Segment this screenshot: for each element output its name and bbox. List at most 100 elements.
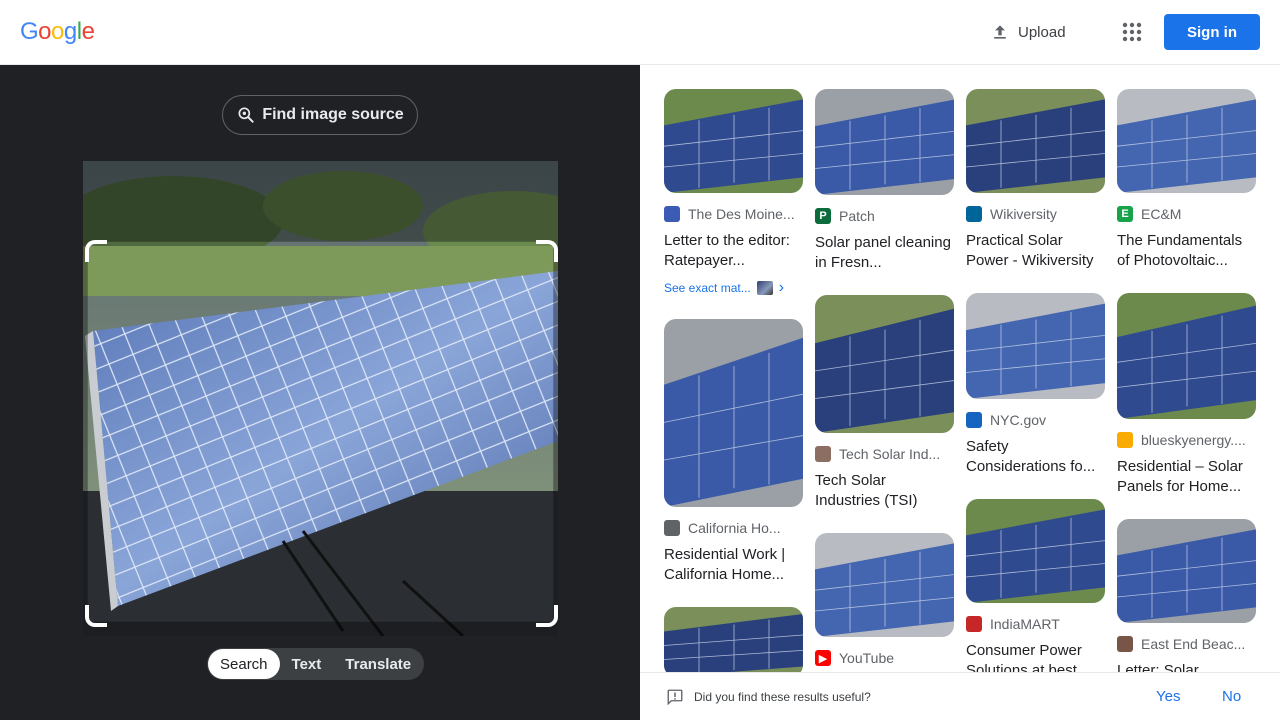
site-favicon-icon: P [815, 208, 831, 224]
logo-letter: e [81, 18, 95, 45]
result-source-name: Patch [839, 208, 875, 224]
lens-mode-switcher: Search Text Translate [207, 648, 425, 680]
result-source[interactable]: E EC&M [1117, 205, 1256, 223]
see-exact-matches-label: See exact mat... [664, 281, 751, 295]
result-source[interactable]: NYC.gov [966, 411, 1105, 429]
results-column: E EC&M The Fundamentals of Photovoltaic...… [1117, 89, 1256, 672]
result-source[interactable]: California Ho... [664, 519, 803, 537]
crop-handle-top-left[interactable] [85, 240, 107, 262]
result-card[interactable]: ▶ YouTube [815, 533, 954, 667]
result-card[interactable]: Tech Solar Ind... Tech Solar Industries (… [815, 295, 954, 511]
result-thumbnail[interactable] [966, 499, 1105, 603]
chevron-right-icon: › [778, 279, 785, 296]
crop-handle-top-right[interactable] [536, 240, 558, 262]
site-favicon-icon [966, 412, 982, 428]
result-source-name: California Ho... [688, 520, 781, 536]
result-thumbnail[interactable] [1117, 89, 1256, 193]
feedback-icon [667, 689, 683, 706]
result-source-name: IndiaMART [990, 616, 1060, 632]
result-source[interactable]: East End Beac... [1117, 635, 1256, 653]
result-source[interactable]: Wikiversity [966, 205, 1105, 223]
upload-label: Upload [1018, 23, 1066, 41]
result-thumbnail[interactable] [1117, 293, 1256, 419]
site-favicon-icon [966, 616, 982, 632]
logo-letter: o [38, 18, 52, 45]
result-source[interactable]: IndiaMART [966, 615, 1105, 633]
result-thumbnail[interactable] [664, 319, 803, 507]
result-source-name: Tech Solar Ind... [839, 446, 941, 462]
result-source-name: blueskyenergy.... [1141, 432, 1246, 448]
site-favicon-icon [664, 206, 680, 222]
feedback-yes-button[interactable]: Yes [1156, 688, 1180, 705]
crop-handle-bottom-left[interactable] [85, 605, 107, 627]
upload-button[interactable]: Upload [990, 20, 1066, 44]
result-source-name: YouTube [839, 650, 895, 666]
result-source-name: NYC.gov [990, 412, 1047, 428]
result-card[interactable]: IndiaMART Consumer Power Solutions at bes… [966, 499, 1105, 672]
result-source[interactable]: Tech Solar Ind... [815, 445, 954, 463]
result-card[interactable]: NYC.gov Safety Considerations fo... [966, 293, 1105, 477]
logo-letter: o [51, 18, 64, 45]
site-favicon-icon [815, 446, 831, 462]
feedback-no-button[interactable]: No [1222, 688, 1241, 705]
result-title[interactable]: Safety Considerations fo... [966, 437, 1105, 477]
exact-match-thumbnail [756, 281, 773, 295]
result-source[interactable]: P Patch [815, 207, 954, 225]
result-title[interactable]: Practical Solar Power - Wikiversity [966, 231, 1105, 271]
feedback-bar: Did you find these results useful? Yes N… [640, 672, 1280, 720]
mode-tab-translate[interactable]: Translate [333, 649, 423, 679]
result-card[interactable]: The Des Moine... Letter to the editor: Ra… [664, 89, 803, 297]
result-title[interactable]: Residential – Solar Panels for Home... [1117, 457, 1256, 497]
result-thumbnail[interactable] [815, 89, 954, 195]
site-favicon-icon [966, 206, 982, 222]
visual-matches: The Des Moine... Letter to the editor: Ra… [640, 65, 1280, 672]
result-source[interactable]: ▶ YouTube [815, 649, 954, 667]
result-title[interactable]: Solar panel cleaning in Fresn... [815, 233, 954, 273]
feedback-question: Did you find these results useful? [666, 688, 871, 706]
result-thumbnail[interactable] [815, 295, 954, 433]
result-thumbnail[interactable] [966, 89, 1105, 193]
crop-handle-bottom-right[interactable] [536, 605, 558, 627]
sign-in-button[interactable]: Sign in [1164, 14, 1260, 50]
result-card[interactable]: California Ho... Residential Work | Calif… [664, 319, 803, 585]
find-image-source-button[interactable]: Find image source [222, 95, 418, 135]
result-title[interactable]: Residential Work | California Home... [664, 545, 803, 585]
result-card[interactable]: P Patch Solar panel cleaning in Fresn... [815, 89, 954, 273]
logo-letter: g [63, 18, 77, 45]
site-favicon-icon: ▶ [815, 650, 831, 666]
result-title[interactable]: The Fundamentals of Photovoltaic... [1117, 231, 1256, 271]
feedback-question-text: Did you find these results useful? [694, 690, 871, 704]
result-card[interactable]: E EC&M The Fundamentals of Photovoltaic... [1117, 89, 1256, 271]
logo-letter: G [20, 18, 39, 45]
site-favicon-icon: E [1117, 206, 1133, 222]
google-logo[interactable]: Google [20, 18, 95, 46]
result-source[interactable]: blueskyenergy.... [1117, 431, 1256, 449]
result-title[interactable]: Tech Solar Industries (TSI) [815, 471, 954, 511]
result-card[interactable] [664, 607, 803, 672]
result-card[interactable]: Wikiversity Practical Solar Power - Wikiv… [966, 89, 1105, 271]
lens-search-icon [238, 107, 254, 123]
result-thumbnail[interactable] [664, 607, 803, 672]
result-title[interactable]: Letter to the editor: Ratepayer... [664, 231, 803, 271]
upload-icon [994, 25, 1006, 39]
mode-tab-text[interactable]: Text [280, 649, 334, 679]
result-card[interactable]: East End Beac... Letter: Solar [1117, 519, 1256, 672]
result-card[interactable]: blueskyenergy.... Residential – Solar Pan… [1117, 293, 1256, 497]
header: Google Upload Sign in [0, 0, 1280, 65]
result-thumbnail[interactable] [1117, 519, 1256, 623]
result-thumbnail[interactable] [815, 533, 954, 637]
result-source-name: Wikiversity [990, 206, 1057, 222]
query-image-pane: Find image source Search Text Translate [0, 65, 640, 720]
result-source[interactable]: The Des Moine... [664, 205, 803, 223]
result-source-name: The Des Moine... [688, 206, 795, 222]
mode-tab-search[interactable]: Search [208, 649, 280, 679]
crop-selection-box[interactable] [85, 240, 558, 627]
google-apps-icon[interactable] [1120, 20, 1144, 44]
results-column: P Patch Solar panel cleaning in Fresn... T… [815, 89, 954, 672]
results-column: The Des Moine... Letter to the editor: Ra… [664, 89, 803, 672]
result-thumbnail[interactable] [966, 293, 1105, 399]
result-title[interactable]: Letter: Solar [1117, 661, 1256, 672]
result-title[interactable]: Consumer Power Solutions at best... [966, 641, 1105, 672]
result-thumbnail[interactable] [664, 89, 803, 193]
see-exact-matches-link[interactable]: See exact mat... › [664, 279, 803, 297]
